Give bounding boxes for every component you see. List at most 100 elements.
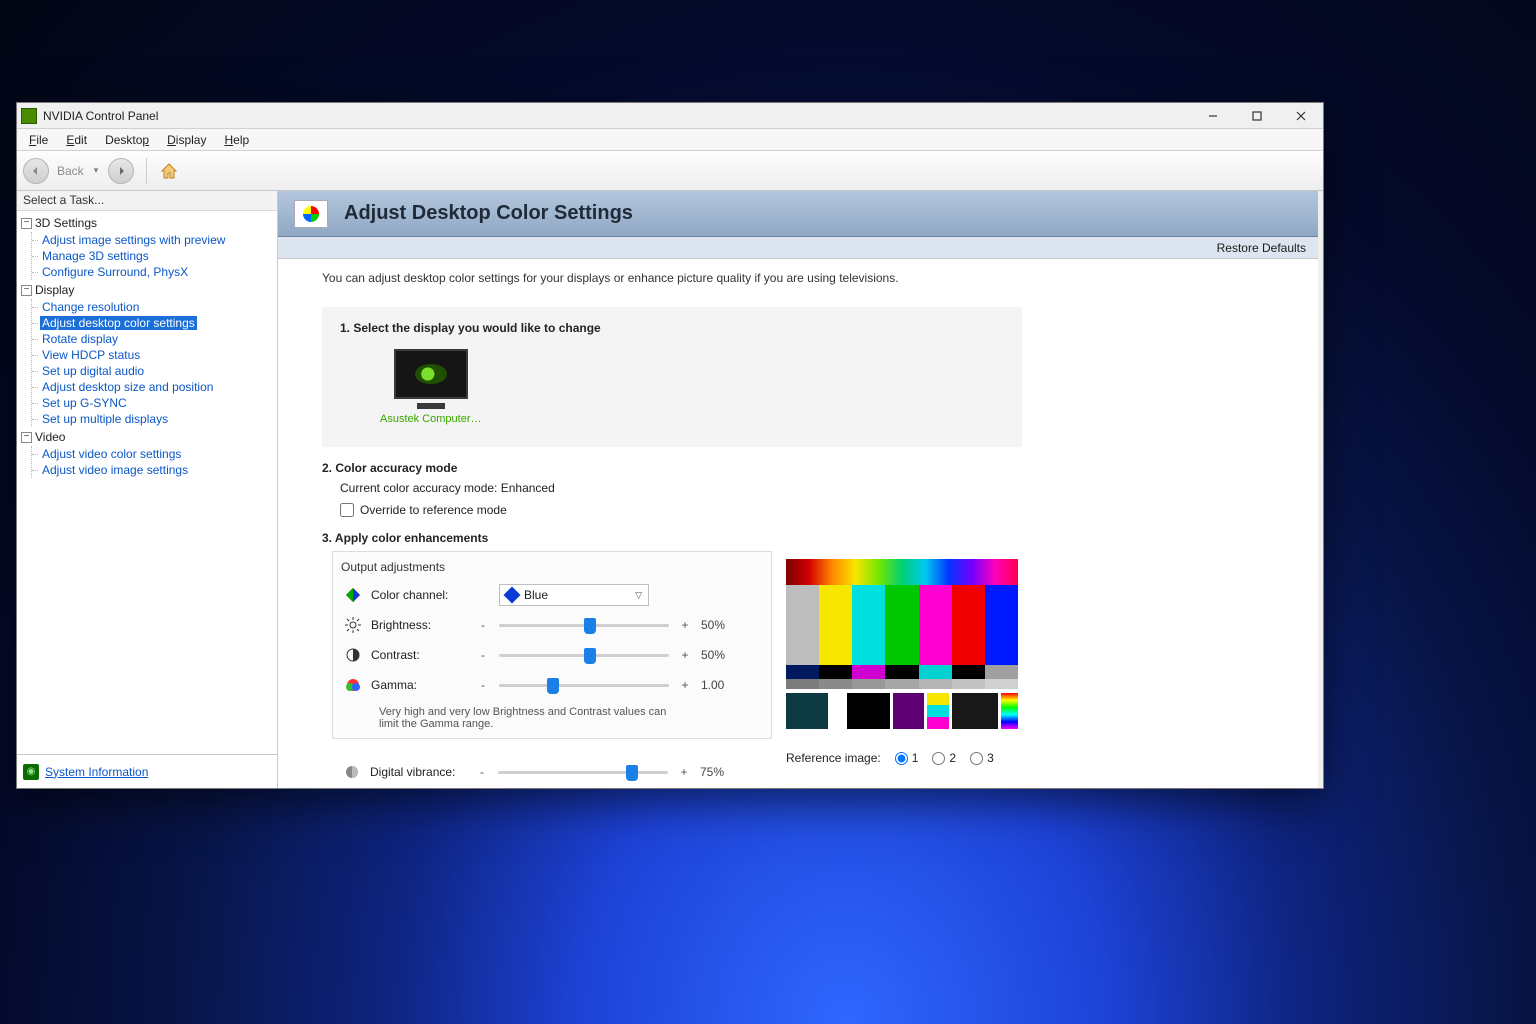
reference-image-radio-2[interactable] xyxy=(932,752,945,765)
home-icon[interactable] xyxy=(159,161,179,181)
toolbar: Back ▾ xyxy=(17,151,1323,191)
display-tile[interactable]: Asustek Computer… xyxy=(380,349,481,425)
gamma-minus: - xyxy=(477,678,489,692)
sidebar-item-desktop-size-position[interactable]: Adjust desktop size and position xyxy=(40,380,215,394)
gamma-note: Very high and very low Brightness and Co… xyxy=(379,706,669,730)
contrast-plus: + xyxy=(679,648,691,662)
toolbar-separator xyxy=(146,158,147,184)
content-area: You can adjust desktop color settings fo… xyxy=(278,259,1318,788)
contrast-slider[interactable] xyxy=(499,646,669,664)
expander-video[interactable]: − xyxy=(21,432,32,443)
sidebar-item-gsync[interactable]: Set up G-SYNC xyxy=(40,396,129,410)
category-display[interactable]: Display xyxy=(35,283,74,297)
reference-image-radio-3[interactable] xyxy=(970,752,983,765)
brightness-label: Brightness: xyxy=(371,618,467,632)
category-3d-settings[interactable]: 3D Settings xyxy=(35,216,97,230)
info-icon: ◉ xyxy=(23,764,39,780)
maximize-button[interactable] xyxy=(1235,103,1279,129)
step3-heading: 3. Apply color enhancements xyxy=(322,531,1290,545)
gamma-value: 1.00 xyxy=(701,678,743,692)
brightness-minus: - xyxy=(477,618,489,632)
vibrance-plus: + xyxy=(678,765,690,779)
task-sidebar: Select a Task... −3D Settings Adjust ima… xyxy=(17,191,278,788)
digital-vibrance-icon xyxy=(344,764,360,780)
output-adjustments-group: Output adjustments Color channel: Blue ▽ xyxy=(332,551,772,739)
brightness-icon xyxy=(345,617,361,633)
reference-image-label: Reference image: xyxy=(786,751,881,765)
close-button[interactable] xyxy=(1279,103,1323,129)
sidebar-item-adjust-image-settings[interactable]: Adjust image settings with preview xyxy=(40,233,227,247)
menu-desktop[interactable]: Desktop xyxy=(97,131,157,149)
sidebar-item-multiple-displays[interactable]: Set up multiple displays xyxy=(40,412,170,426)
category-video[interactable]: Video xyxy=(35,430,65,444)
gamma-plus: + xyxy=(679,678,691,692)
window-title: NVIDIA Control Panel xyxy=(43,109,158,123)
contrast-minus: - xyxy=(477,648,489,662)
color-channel-label: Color channel: xyxy=(371,588,467,602)
color-settings-icon xyxy=(294,200,328,228)
chevron-down-icon: ▽ xyxy=(635,590,642,601)
back-dropdown-icon[interactable]: ▾ xyxy=(94,165,99,176)
contrast-label: Contrast: xyxy=(371,648,467,662)
digital-vibrance-slider[interactable] xyxy=(498,763,668,781)
expander-display[interactable]: − xyxy=(21,285,32,296)
reference-image-selector: Reference image: 1 2 3 xyxy=(786,751,1018,765)
main-pane: Adjust Desktop Color Settings Restore De… xyxy=(278,191,1323,788)
task-tree: −3D Settings Adjust image settings with … xyxy=(17,211,277,754)
sidebar-item-configure-surround[interactable]: Configure Surround, PhysX xyxy=(40,265,190,279)
menu-display[interactable]: Display xyxy=(159,131,214,149)
contrast-value: 50% xyxy=(701,648,743,662)
menu-help[interactable]: Help xyxy=(216,131,257,149)
page-header: Adjust Desktop Color Settings xyxy=(278,191,1318,237)
monitor-icon xyxy=(394,349,468,399)
brightness-plus: + xyxy=(679,618,691,632)
digital-vibrance-value: 75% xyxy=(700,765,742,779)
step1-heading: 1. Select the display you would like to … xyxy=(340,321,1004,335)
vibrance-minus: - xyxy=(476,765,488,779)
page-description: You can adjust desktop color settings fo… xyxy=(322,271,1290,285)
override-label: Override to reference mode xyxy=(360,503,507,517)
step2-heading: 2. Color accuracy mode xyxy=(322,461,1290,475)
reference-image-preview xyxy=(786,559,1018,729)
nvidia-control-panel-window: NVIDIA Control Panel File Edit Desktop D… xyxy=(16,102,1324,789)
gamma-label: Gamma: xyxy=(371,678,467,692)
color-channel-value: Blue xyxy=(524,588,548,602)
reference-image-radio-1[interactable] xyxy=(895,752,908,765)
restore-defaults-bar: Restore Defaults xyxy=(278,237,1318,259)
brightness-slider[interactable] xyxy=(499,616,669,634)
page-title: Adjust Desktop Color Settings xyxy=(344,202,633,225)
gamma-slider[interactable] xyxy=(499,676,669,694)
sidebar-item-video-color[interactable]: Adjust video color settings xyxy=(40,447,183,461)
brightness-value: 50% xyxy=(701,618,743,632)
expander-3d[interactable]: − xyxy=(21,218,32,229)
color-channel-icon xyxy=(345,587,361,603)
select-task-header: Select a Task... xyxy=(17,191,277,211)
step1-panel: 1. Select the display you would like to … xyxy=(322,307,1022,447)
color-channel-select[interactable]: Blue ▽ xyxy=(499,584,649,606)
sidebar-item-digital-audio[interactable]: Set up digital audio xyxy=(40,364,146,378)
sidebar-footer: ◉ System Information xyxy=(17,754,277,788)
back-button[interactable] xyxy=(23,158,49,184)
sidebar-item-manage-3d-settings[interactable]: Manage 3D settings xyxy=(40,249,151,263)
forward-button[interactable] xyxy=(108,158,134,184)
nvidia-app-icon xyxy=(21,108,37,124)
contrast-icon xyxy=(345,647,361,663)
display-label: Asustek Computer… xyxy=(380,413,481,425)
titlebar: NVIDIA Control Panel xyxy=(17,103,1323,129)
system-information-link[interactable]: System Information xyxy=(45,765,148,779)
minimize-button[interactable] xyxy=(1191,103,1235,129)
menu-edit[interactable]: Edit xyxy=(58,131,95,149)
override-checkbox[interactable] xyxy=(340,503,354,517)
sidebar-item-change-resolution[interactable]: Change resolution xyxy=(40,300,141,314)
sidebar-item-view-hdcp[interactable]: View HDCP status xyxy=(40,348,142,362)
current-color-mode: Current color accuracy mode: Enhanced xyxy=(340,481,1290,495)
menu-file[interactable]: File xyxy=(21,131,56,149)
output-adjustments-label: Output adjustments xyxy=(341,560,759,574)
gamma-icon xyxy=(345,677,361,693)
restore-defaults-link[interactable]: Restore Defaults xyxy=(1217,241,1306,255)
sidebar-item-adjust-desktop-color[interactable]: Adjust desktop color settings xyxy=(40,316,197,330)
sidebar-item-video-image[interactable]: Adjust video image settings xyxy=(40,463,190,477)
digital-vibrance-label: Digital vibrance: xyxy=(370,765,466,779)
back-label: Back xyxy=(57,164,84,178)
sidebar-item-rotate-display[interactable]: Rotate display xyxy=(40,332,120,346)
